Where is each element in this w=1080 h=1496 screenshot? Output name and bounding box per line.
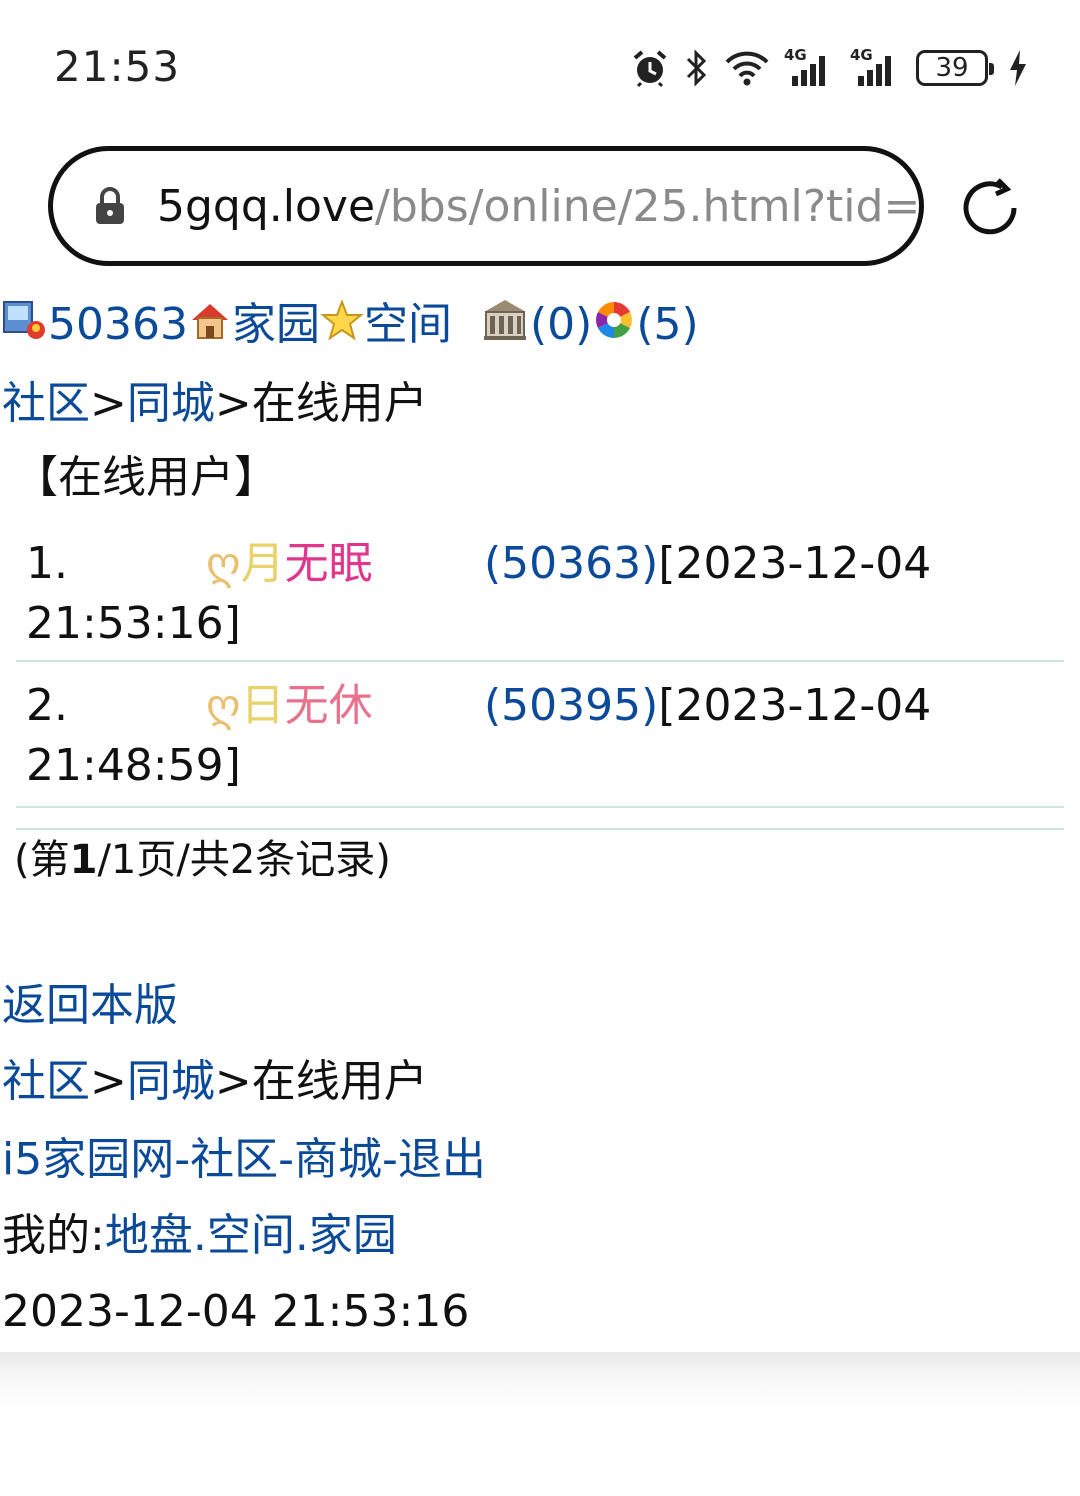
logout-link[interactable]: 退出 [398,1134,486,1185]
back-to-board-link[interactable]: 返回本版 [2,980,178,1031]
url-text[interactable]: 5gqq.love/bbs/online/25.html?tid= [157,181,919,232]
user-id-link[interactable]: (50363)[2023-12-04 [484,536,931,592]
wifi-icon [724,46,770,90]
message-count-link[interactable]: (0) [530,299,592,350]
home-icon [188,298,232,356]
my-links: 我的:地盘.空间.家园 [2,1210,397,1261]
status-icons: 4G 4G 39 [630,44,1028,92]
lock-icon [93,186,127,226]
page-bottom-shadow [0,1352,1080,1496]
my-land-link[interactable]: 地盘 [105,1210,193,1261]
row-index: 2. [26,680,68,731]
user-id-link[interactable]: 50363 [48,299,188,350]
building-icon[interactable] [480,296,530,358]
signal-icon: 4G [784,46,836,90]
space-link[interactable]: 空间 [364,299,452,350]
reload-icon[interactable] [958,176,1022,240]
page-content: 50363 家园 空间 (0) (5) 社区>同城>在线用户 【在线用户】 1.… [0,282,1080,1352]
breadcrumb-community-link[interactable]: 社区 [2,378,90,429]
my-home-link[interactable]: 家园 [309,1210,397,1261]
user-name-link[interactable]: ღ月无眠 [206,536,373,592]
list-item: 1. ღ月无眠 (50363)[2023-12-04 21:53:16] [16,514,1064,662]
online-time: 21:48:59] [26,740,241,791]
color-count-link[interactable]: (5) [636,299,698,350]
current-page: 1 [69,837,98,883]
pagination: (第1/1页/共2条记录) [14,837,391,883]
address-bar[interactable]: 5gqq.love/bbs/online/25.html?tid= [48,146,924,266]
signal-icon: 4G [850,46,902,90]
clock: 21:53 [54,42,181,91]
top-nav: 50363 家园 空间 (0) (5) [2,296,699,358]
charging-icon [1008,46,1028,90]
breadcrumb-city-link[interactable]: 同城 [127,378,215,429]
online-time: 21:53:16] [26,598,241,649]
breadcrumb-bottom: 社区>同城>在线用户 [2,1056,428,1107]
my-space-link[interactable]: 空间 [207,1210,295,1261]
mall-link[interactable]: 商城 [294,1134,382,1185]
breadcrumb: 社区>同城>在线用户 [2,378,428,429]
breadcrumb-current: 在线用户 [251,378,428,429]
user-id-link[interactable]: (50395)[2023-12-04 [484,678,931,734]
row-index: 1. [26,538,68,589]
status-bar: 21:53 4G 4G 39 [0,0,1080,130]
divider [16,828,1064,830]
list-item: 2. ღ日无休 (50395)[2023-12-04 21:48:59] [16,662,1064,808]
user-name-link[interactable]: ღ日无休 [206,678,373,734]
server-time: 2023-12-04 21:53:16 [2,1286,470,1337]
home-link[interactable]: 家园 [232,299,320,350]
user-avatar-icon[interactable] [2,298,48,356]
section-title: 【在线用户】 [14,452,278,503]
bluetooth-icon [684,46,710,90]
star-icon [320,298,364,356]
footer-links: i5家园网-社区-商城-退出 [2,1134,486,1185]
breadcrumb-city-link[interactable]: 同城 [127,1056,215,1107]
breadcrumb-current: 在线用户 [251,1056,428,1107]
community-link[interactable]: 社区 [190,1134,278,1185]
battery-icon: 39 [916,50,994,86]
alarm-icon [630,46,670,90]
site-home-link[interactable]: i5家园网 [2,1134,174,1185]
color-wheel-icon [592,298,636,356]
back-row: 返回本版 [2,978,178,1034]
breadcrumb-community-link[interactable]: 社区 [2,1056,90,1107]
